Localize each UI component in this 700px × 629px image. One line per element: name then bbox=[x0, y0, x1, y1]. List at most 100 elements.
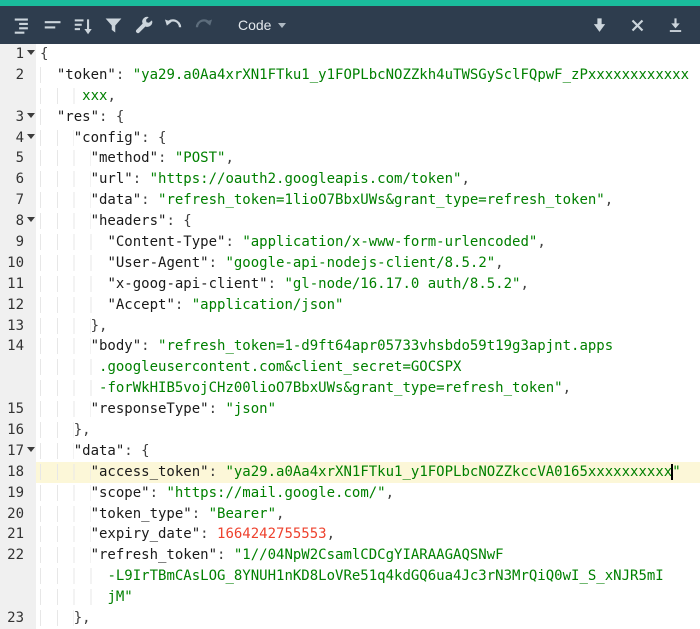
code-line[interactable]: jM" bbox=[0, 587, 700, 609]
code-line[interactable]: 17 "data": { bbox=[0, 440, 700, 462]
json-code-editor[interactable]: 1{2 "token": "ya29.a0Aa4xrXN1FTku1_y1FOP… bbox=[0, 44, 700, 629]
code-line[interactable]: 21 "expiry_date": 1664242755553, bbox=[0, 524, 700, 546]
code-text: "access_token": "ya29.a0Aa4xrXN1FTku1_y1… bbox=[36, 461, 700, 483]
code-line[interactable]: 22 "refresh_token": "1//04NpW2CsamlCDCgY… bbox=[0, 545, 700, 567]
line-number: 18 bbox=[7, 463, 24, 480]
code-line[interactable]: 6 "url": "https://oauth2.googleapis.com/… bbox=[0, 169, 700, 191]
code-line[interactable]: 4 "config": { bbox=[0, 127, 700, 149]
line-number-gutter: 1 bbox=[0, 44, 36, 65]
repair-button[interactable] bbox=[128, 10, 158, 40]
token-str: "refresh_token=1-d9ft64apr05733vhsbdo59t… bbox=[158, 338, 614, 355]
code-line[interactable]: .googleusercontent.com&client_secret=GOC… bbox=[0, 357, 700, 379]
code-line[interactable]: 23 }, bbox=[0, 608, 700, 629]
token-key: "refresh_token" bbox=[90, 547, 218, 564]
token-str: "gl-node/16.17.0 auth/8.5.2" bbox=[284, 275, 521, 292]
token-str: "json" bbox=[225, 401, 277, 418]
token-sp bbox=[40, 463, 91, 480]
code-line[interactable]: 18 "access_token": "ya29.a0Aa4xrXN1FTku1… bbox=[0, 461, 700, 483]
token-str: xxx bbox=[82, 87, 108, 104]
line-number-gutter: 9 bbox=[0, 232, 36, 253]
fold-caret-icon[interactable] bbox=[27, 446, 35, 452]
mode-select-dropdown[interactable]: Code bbox=[232, 16, 292, 34]
close-button[interactable] bbox=[622, 10, 652, 40]
code-line[interactable]: 2 "token": "ya29.a0Aa4xrXN1FTku1_y1FOPLb… bbox=[0, 64, 700, 86]
code-line[interactable]: 15 "responseType": "json" bbox=[0, 399, 700, 421]
token-str: "refresh_token=1lioO7BbxUWs&grant_type=r… bbox=[158, 192, 605, 209]
redo-button bbox=[188, 10, 218, 40]
line-number-gutter bbox=[0, 566, 36, 588]
line-number: 13 bbox=[7, 317, 24, 334]
code-text: }, bbox=[36, 608, 700, 629]
code-line[interactable]: 8 "headers": { bbox=[0, 211, 700, 233]
code-line[interactable]: xxx, bbox=[0, 85, 700, 107]
code-line[interactable]: 11 "x-goog-api-client": "gl-node/16.17.0… bbox=[0, 273, 700, 295]
token-key: "scope" bbox=[90, 484, 150, 501]
code-line[interactable]: -forWkHIB5vojCHz00lioO7BbxUWs&grant_type… bbox=[0, 378, 700, 400]
line-number: 19 bbox=[7, 484, 24, 501]
code-line[interactable]: -L9IrTBmCAsLOG_8YNUH1nKD8LoVRe51q4kdGQ6u… bbox=[0, 566, 700, 588]
token-punct: : { bbox=[166, 213, 192, 230]
code-line[interactable]: 14 "body": "refresh_token=1-d9ft64apr057… bbox=[0, 336, 700, 358]
token-sp bbox=[40, 296, 108, 313]
toolbar-left-buttons bbox=[8, 10, 218, 40]
line-number-gutter: 4 bbox=[0, 127, 36, 149]
code-line[interactable]: 12 "Accept": "application/json" bbox=[0, 294, 700, 316]
token-punct: , bbox=[107, 87, 116, 104]
undo-button[interactable] bbox=[158, 10, 188, 40]
token-sp bbox=[40, 213, 91, 230]
token-str: "https://oauth2.googleapis.com/token" bbox=[149, 171, 462, 188]
code-line[interactable]: 5 "method": "POST", bbox=[0, 148, 700, 170]
line-number: 17 bbox=[7, 442, 24, 459]
chevron-down-icon bbox=[278, 22, 287, 28]
code-text: "res": { bbox=[36, 107, 700, 128]
token-key: "Accept" bbox=[107, 296, 175, 313]
line-number: 4 bbox=[15, 129, 24, 146]
token-sp bbox=[40, 171, 91, 188]
scroll-down-button[interactable] bbox=[584, 10, 614, 40]
code-text: -forWkHIB5vojCHz00lioO7BbxUWs&grant_type… bbox=[36, 378, 700, 399]
line-number: 2 bbox=[15, 66, 24, 83]
code-text: "token": "ya29.a0Aa4xrXN1FTku1_y1FOPLbcN… bbox=[36, 65, 700, 86]
sort-button[interactable] bbox=[68, 10, 98, 40]
code-line[interactable]: 3 "res": { bbox=[0, 106, 700, 128]
token-key: "data" bbox=[73, 442, 125, 459]
save-button[interactable] bbox=[660, 10, 690, 40]
token-punct: : bbox=[191, 505, 209, 522]
code-text: "headers": { bbox=[36, 211, 700, 232]
code-line[interactable]: 20 "token_type": "Bearer", bbox=[0, 503, 700, 525]
token-punct: , bbox=[495, 254, 504, 271]
line-number: 16 bbox=[7, 422, 24, 439]
fold-caret-icon[interactable] bbox=[27, 50, 35, 55]
token-sp bbox=[40, 505, 91, 522]
fold-caret-icon[interactable] bbox=[27, 217, 35, 223]
code-line[interactable]: 7 "data": "refresh_token=1lioO7BbxUWs&gr… bbox=[0, 190, 700, 212]
close-icon bbox=[630, 18, 645, 33]
token-sp bbox=[40, 108, 57, 125]
line-number: 15 bbox=[7, 401, 24, 418]
code-text: jM" bbox=[36, 587, 700, 608]
filter-icon bbox=[103, 15, 124, 36]
fold-caret-icon[interactable] bbox=[27, 112, 35, 118]
code-line[interactable]: 13 }, bbox=[0, 315, 700, 337]
transform-button[interactable] bbox=[98, 10, 128, 40]
token-sp bbox=[40, 234, 108, 251]
code-line[interactable]: 1{ bbox=[0, 44, 700, 65]
code-line[interactable]: 16 }, bbox=[0, 420, 700, 441]
code-line[interactable]: 10 "User-Agent": "google-api-nodejs-clie… bbox=[0, 252, 700, 274]
line-number-gutter: 7 bbox=[0, 190, 36, 212]
format-button[interactable] bbox=[8, 10, 38, 40]
sort-icon bbox=[73, 15, 94, 36]
token-punct: , bbox=[276, 505, 285, 522]
compact-button[interactable] bbox=[38, 10, 68, 40]
code-text: "Content-Type": "application/x-www-form-… bbox=[36, 232, 700, 253]
token-sp bbox=[40, 338, 91, 355]
code-line[interactable]: 19 "scope": "https://mail.google.com/", bbox=[0, 482, 700, 504]
line-number-gutter: 3 bbox=[0, 106, 36, 128]
line-number: 8 bbox=[15, 213, 24, 230]
code-line[interactable]: 9 "Content-Type": "application/x-www-for… bbox=[0, 232, 700, 253]
fold-caret-icon[interactable] bbox=[27, 133, 35, 139]
token-punct: : bbox=[158, 150, 175, 167]
token-sp bbox=[40, 526, 91, 543]
token-key: "token_type" bbox=[90, 505, 192, 522]
line-number: 3 bbox=[15, 108, 24, 125]
